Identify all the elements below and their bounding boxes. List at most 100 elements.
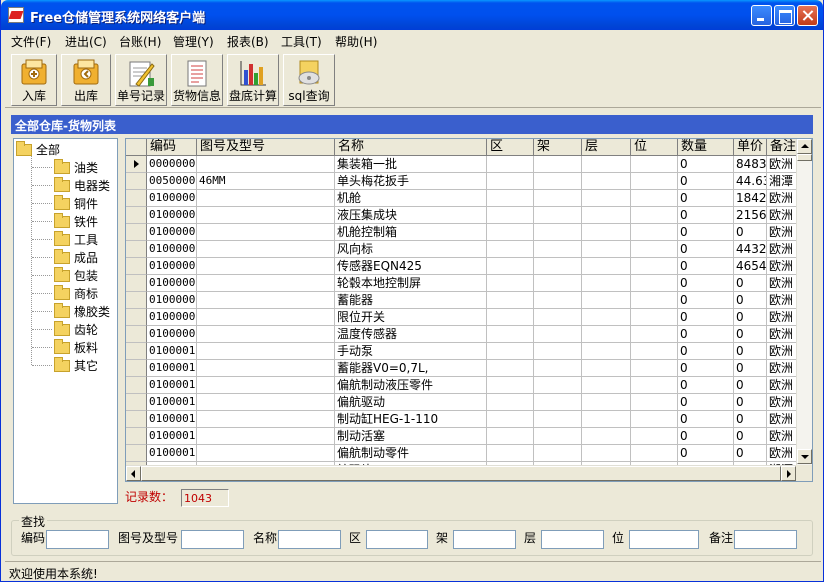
table-row[interactable]: 0050000 46MM 单头梅花扳手 0 44.63 湘潭	[126, 173, 798, 190]
row-indicator[interactable]	[126, 377, 147, 394]
row-indicator[interactable]	[126, 445, 147, 462]
column-header[interactable]: 位	[631, 139, 678, 156]
column-header[interactable]: 数量	[678, 139, 734, 156]
table-row[interactable]: 0100000 轮毂本地控制屏 0 0 欧洲	[126, 275, 798, 292]
tree-node[interactable]: 包装	[54, 266, 98, 285]
row-indicator[interactable]	[126, 224, 147, 241]
vertical-scroll-thumb[interactable]	[797, 154, 812, 161]
table-row[interactable]: 0100001 偏航制动零件 0 0 欧洲	[126, 445, 798, 462]
warehouse-out-button[interactable]: 出库	[61, 54, 111, 106]
row-indicator[interactable]	[126, 394, 147, 411]
table-row[interactable]: 0100001 偏航制动液压零件 0 0 欧洲	[126, 377, 798, 394]
vertical-scrollbar[interactable]	[796, 139, 812, 465]
tree-node[interactable]: 齿轮	[54, 320, 98, 339]
title-bar[interactable]: Free仓储管理系统网络客户端	[1, 0, 823, 30]
column-header[interactable]: 层	[582, 139, 631, 156]
menu-file[interactable]: 文件(F)	[11, 33, 51, 50]
scroll-right-button[interactable]	[781, 466, 796, 481]
find-model-input[interactable]	[181, 530, 244, 549]
column-header[interactable]: 备注	[767, 139, 798, 156]
sql-query-button[interactable]: sql查询	[283, 54, 335, 106]
table-row[interactable]: 0100000 限位开关 0 0 欧洲	[126, 309, 798, 326]
row-indicator[interactable]	[126, 173, 147, 190]
close-button[interactable]	[797, 5, 818, 26]
tree-node[interactable]: 铜件	[54, 194, 98, 213]
table-row[interactable]: 0100000 风向标 0 4432. 欧洲	[126, 241, 798, 258]
scroll-up-button[interactable]	[797, 139, 812, 154]
horizontal-scroll-thumb[interactable]	[141, 466, 781, 481]
warehouse-in-button[interactable]: 入库	[11, 54, 57, 106]
menu-ledger[interactable]: 台账(H)	[119, 33, 161, 50]
goods-grid[interactable]: 编码图号及型号名称区架层位数量单价备注 0000000集装箱一批084839欧洲…	[125, 138, 813, 482]
find-zone-input[interactable]	[366, 530, 428, 549]
find-remark-input[interactable]	[734, 530, 797, 549]
menu-report[interactable]: 报表(B)	[227, 33, 269, 50]
table-row[interactable]: 0100001 制动缸HEG-1-110 0 0 欧洲	[126, 411, 798, 428]
row-indicator[interactable]	[126, 428, 147, 445]
horizontal-scrollbar[interactable]	[126, 465, 796, 481]
minimize-button[interactable]	[751, 5, 772, 26]
find-code-input[interactable]	[46, 530, 109, 549]
tree-node-root[interactable]: 全部	[16, 140, 60, 159]
table-row[interactable]: 0100000 传感器EQN425 0 4654. 欧洲	[126, 258, 798, 275]
row-indicator[interactable]	[126, 241, 147, 258]
column-header[interactable]: 图号及型号	[197, 139, 335, 156]
table-cell: 0100000	[147, 292, 197, 309]
row-indicator[interactable]	[126, 309, 147, 326]
row-indicator[interactable]	[126, 292, 147, 309]
tree-node[interactable]: 油类	[54, 158, 98, 177]
table-row[interactable]: 0100001 蓄能器V0=0,7L, 0 0 欧洲	[126, 360, 798, 377]
tree-node[interactable]: 铁件	[54, 212, 98, 231]
tree-node[interactable]: 工具	[54, 230, 98, 249]
row-indicator[interactable]	[126, 411, 147, 428]
table-row[interactable]: 0100001 手动泵 0 0 欧洲	[126, 343, 798, 360]
row-indicator[interactable]	[126, 258, 147, 275]
maximize-button[interactable]	[774, 5, 795, 26]
table-cell	[487, 173, 534, 190]
row-indicator[interactable]	[126, 343, 147, 360]
tree-node[interactable]: 成品	[54, 248, 98, 267]
tree-node[interactable]: 其它	[54, 356, 98, 375]
row-indicator[interactable]	[126, 156, 147, 173]
find-name-input[interactable]	[278, 530, 341, 549]
table-row[interactable]: 0100000 温度传感器 0 0 欧洲	[126, 326, 798, 343]
tree-node[interactable]: 电器类	[54, 176, 110, 195]
menu-manage[interactable]: 管理(Y)	[173, 33, 214, 50]
find-shelf-input[interactable]	[453, 530, 516, 549]
table-cell: 0100001	[147, 360, 197, 377]
table-row[interactable]: 0000000 集装箱一批 084839欧洲	[126, 156, 798, 173]
tree-node[interactable]: 橡胶类	[54, 302, 110, 321]
column-header[interactable]: 架	[534, 139, 582, 156]
table-row[interactable]: 0100000 机舱 018428欧洲	[126, 190, 798, 207]
category-tree[interactable]: 全部 油类 电器类 铜件 铁件 工具 成品 包装 商标 橡胶类 齿轮 板料 其它	[13, 138, 118, 504]
column-header[interactable]: 单价	[734, 139, 767, 156]
tree-line	[32, 203, 52, 204]
table-cell	[197, 258, 335, 275]
find-layer-input[interactable]	[541, 530, 604, 549]
inventory-calc-button[interactable]: 盘底计算	[227, 54, 279, 106]
scroll-left-button[interactable]	[126, 466, 141, 481]
table-row[interactable]: 0100000 机舱控制箱 0 0 欧洲	[126, 224, 798, 241]
table-row[interactable]: 0100000 蓄能器 0 0 欧洲	[126, 292, 798, 309]
row-indicator[interactable]	[126, 207, 147, 224]
tree-node[interactable]: 板料	[54, 338, 98, 357]
goods-info-button[interactable]: 货物信息	[171, 54, 223, 106]
scroll-down-button[interactable]	[797, 449, 812, 464]
menu-in-out[interactable]: 进出(C)	[65, 33, 107, 50]
menu-help[interactable]: 帮助(H)	[335, 33, 377, 50]
row-indicator[interactable]	[126, 360, 147, 377]
table-row[interactable]: 0100001 制动活塞 0 0 欧洲	[126, 428, 798, 445]
column-header[interactable]: 区	[487, 139, 534, 156]
column-header[interactable]: 名称	[335, 139, 487, 156]
menu-tools[interactable]: 工具(T)	[281, 33, 322, 50]
table-row[interactable]: 0100001 偏航驱动 0 0 欧洲	[126, 394, 798, 411]
row-indicator[interactable]	[126, 190, 147, 207]
table-row[interactable]: 0100000 液压集成块 021568欧洲	[126, 207, 798, 224]
row-indicator[interactable]	[126, 275, 147, 292]
order-record-button[interactable]: 单号记录	[115, 54, 167, 106]
find-position-input[interactable]	[629, 530, 699, 549]
tree-node[interactable]: 商标	[54, 284, 98, 303]
row-indicator[interactable]	[126, 326, 147, 343]
table-cell: 0	[734, 326, 767, 343]
column-header[interactable]: 编码	[147, 139, 197, 156]
